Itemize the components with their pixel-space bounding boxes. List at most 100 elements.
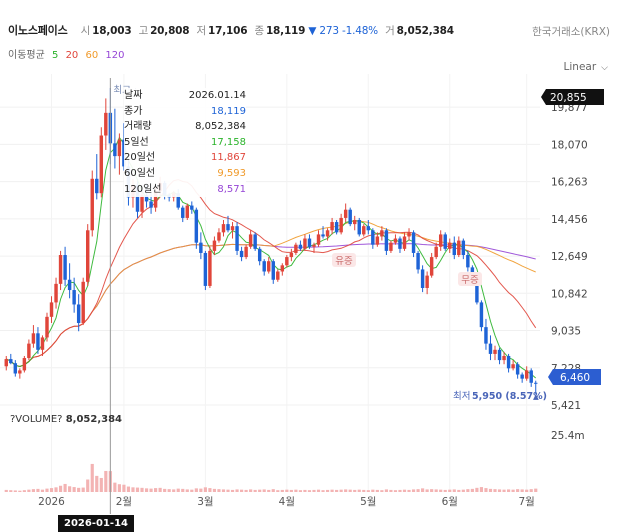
- volume-bar: [244, 489, 248, 492]
- candle-body: [40, 337, 45, 350]
- volume-bar: [113, 482, 117, 492]
- volume-bar: [13, 490, 17, 492]
- x-tick-label: 7월: [519, 496, 535, 508]
- candle-body: [31, 333, 36, 344]
- x-tick-label: 4월: [279, 496, 295, 508]
- volume-bar: [507, 489, 511, 492]
- volume-bar: [380, 490, 384, 492]
- candle-body: [502, 355, 506, 361]
- candle-body: [438, 234, 443, 247]
- volume-bar: [22, 490, 26, 492]
- volume-bar: [36, 488, 40, 492]
- volume-bar: [497, 489, 502, 492]
- tooltip-label: 20일선: [124, 152, 156, 164]
- tooltip-label: 5일선: [124, 136, 149, 148]
- price-chart[interactable]: 19,87718,07016,26314,45612,64910,8429,03…: [0, 0, 634, 532]
- tooltip-value: 17,158: [211, 136, 246, 148]
- volume-bar: [434, 489, 438, 492]
- volume-bar: [9, 490, 13, 492]
- candle-body: [81, 281, 85, 324]
- candle-body: [226, 224, 230, 231]
- volume-bar: [18, 490, 22, 492]
- volume-bar: [348, 489, 352, 492]
- volume-bar: [81, 487, 85, 492]
- y-tick-label: 18,070: [551, 139, 588, 151]
- candle-body: [9, 359, 13, 364]
- candle-body: [457, 240, 461, 256]
- candle-body: [375, 236, 380, 245]
- candle-body: [420, 269, 425, 288]
- candle-body: [298, 244, 303, 249]
- last-price-badge: 6,460: [560, 372, 590, 384]
- candle-body: [113, 143, 117, 157]
- tooltip-label: 거래량: [124, 121, 152, 133]
- candle-body: [362, 226, 366, 235]
- volume-bar: [77, 487, 81, 492]
- candle-body: [484, 327, 488, 344]
- candle-body: [466, 255, 470, 268]
- candle-body: [248, 234, 253, 247]
- volume-bar: [325, 489, 330, 492]
- candle-body: [99, 135, 104, 194]
- candle-body: [235, 226, 239, 251]
- candle-body: [90, 178, 94, 231]
- volume-bar: [199, 488, 203, 492]
- candle-body: [208, 250, 212, 286]
- volume-bar: [303, 489, 307, 492]
- candle-body: [321, 234, 325, 237]
- volume-bar: [371, 489, 375, 492]
- crosshair-date-badge: 2026-01-14: [58, 515, 134, 532]
- candle-body: [199, 242, 203, 253]
- x-tick-label: 3월: [197, 496, 213, 508]
- volume-bar: [54, 487, 58, 492]
- y-tick-label: 10,842: [551, 288, 588, 300]
- volume-bar: [86, 479, 90, 492]
- volume-tick-label: 25.4m: [551, 430, 585, 442]
- tooltip-value: 18,119: [211, 105, 246, 117]
- volume-bar: [104, 470, 108, 492]
- volume-bar: [27, 489, 31, 492]
- volume-bar: [330, 489, 334, 492]
- volume-bar: [425, 489, 429, 492]
- candle-body: [529, 370, 533, 383]
- tooltip-row: 거래량 8,052,384: [124, 119, 246, 135]
- volume-bar: [534, 488, 538, 492]
- volume-bar: [158, 487, 162, 492]
- volume-bar: [185, 489, 189, 492]
- candle-body: [461, 240, 466, 256]
- volume-bar: [398, 489, 402, 492]
- volume-bar: [339, 489, 343, 492]
- volume-bar: [221, 489, 226, 492]
- candle-body: [76, 304, 81, 324]
- candle-body: [524, 370, 529, 379]
- candle-body: [393, 238, 398, 243]
- candle-body: [312, 244, 316, 247]
- volume-bar: [190, 489, 194, 492]
- volume-bar: [212, 488, 217, 492]
- volume-bar: [393, 490, 398, 492]
- volume-bar: [95, 475, 99, 492]
- candle-body: [18, 370, 22, 374]
- candle-body: [357, 219, 361, 235]
- volume-bar: [163, 488, 167, 492]
- volume-bar: [267, 489, 271, 492]
- candle-body: [343, 209, 348, 218]
- candle-body: [497, 349, 502, 361]
- tooltip-value: 11,867: [211, 152, 246, 164]
- candle-body: [330, 222, 334, 231]
- volume-header: ?VOLUME? 8,052,384: [10, 414, 122, 425]
- candle-body: [325, 230, 330, 237]
- low-marker-icon: ▲: [533, 392, 539, 401]
- candle-body: [443, 234, 447, 249]
- ma5-line: [6, 136, 537, 379]
- candle-body: [479, 302, 484, 328]
- event-label-rights: 유증: [335, 256, 353, 267]
- volume-bar: [357, 489, 361, 492]
- volume-bar: [154, 488, 158, 492]
- candle-body: [117, 139, 122, 157]
- y-tick-label: 16,263: [551, 177, 588, 189]
- candle-body: [95, 178, 99, 194]
- volume-bar: [520, 489, 524, 492]
- candle-body: [86, 230, 90, 282]
- candle-body: [22, 358, 27, 371]
